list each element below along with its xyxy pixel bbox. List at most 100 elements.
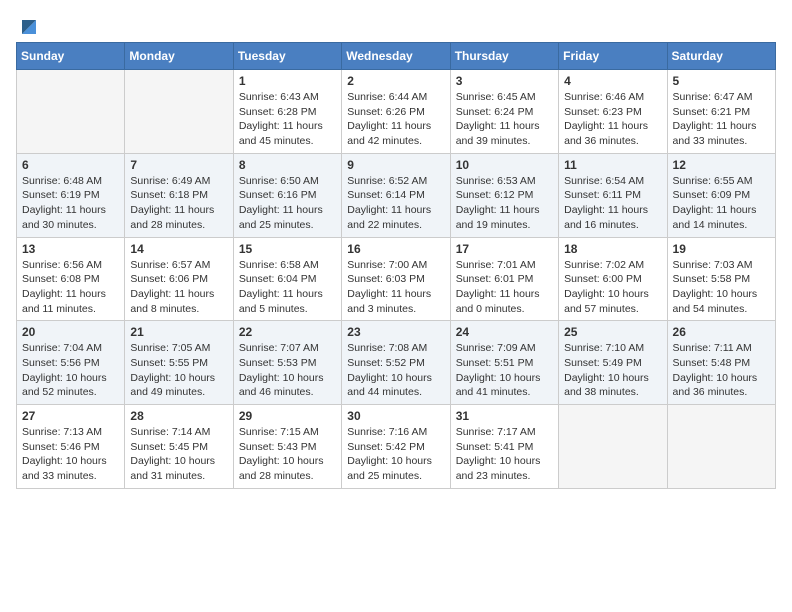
calendar-day-cell: 2Sunrise: 6:44 AMSunset: 6:26 PMDaylight… <box>342 70 450 154</box>
calendar-day-cell: 10Sunrise: 6:53 AMSunset: 6:12 PMDayligh… <box>450 153 558 237</box>
day-number: 5 <box>673 74 770 88</box>
day-of-week-header: Thursday <box>450 43 558 70</box>
day-number: 8 <box>239 158 336 172</box>
day-info: Sunrise: 7:14 AMSunset: 5:45 PMDaylight:… <box>130 425 227 484</box>
day-info: Sunrise: 6:43 AMSunset: 6:28 PMDaylight:… <box>239 90 336 149</box>
calendar-day-cell: 25 Sunrise: 7:10 AMSunset: 5:49 PMDayligh… <box>559 321 667 405</box>
day-number: 26 <box>673 325 770 339</box>
day-number: 13 <box>22 242 119 256</box>
day-number: 7 <box>130 158 227 172</box>
day-number: 24 <box>456 325 553 339</box>
day-number: 23 <box>347 325 444 339</box>
day-info: Sunrise: 6:47 AMSunset: 6:21 PMDaylight:… <box>673 90 770 149</box>
calendar-day-cell: 31Sunrise: 7:17 AMSunset: 5:41 PMDayligh… <box>450 405 558 489</box>
calendar-day-cell: 8 Sunrise: 6:50 AMSunset: 6:16 PMDaylight… <box>233 153 341 237</box>
day-info: Sunrise: 7:11 AMSunset: 5:48 PMDaylight:… <box>673 341 770 400</box>
calendar-week-row: 13 Sunrise: 6:56 AMSunset: 6:08 PMDayligh… <box>17 237 776 321</box>
calendar-day-cell: 21 Sunrise: 7:05 AMSunset: 5:55 PMDayligh… <box>125 321 233 405</box>
calendar-day-cell: 19 Sunrise: 7:03 AMSunset: 5:58 PMDayligh… <box>667 237 775 321</box>
calendar-day-cell: 13 Sunrise: 6:56 AMSunset: 6:08 PMDayligh… <box>17 237 125 321</box>
calendar-day-cell: 9 Sunrise: 6:52 AMSunset: 6:14 PMDaylight… <box>342 153 450 237</box>
day-number: 9 <box>347 158 444 172</box>
day-of-week-header: Saturday <box>667 43 775 70</box>
day-info: Sunrise: 6:53 AMSunset: 6:12 PMDaylight:… <box>456 174 553 233</box>
calendar-day-cell: 1 Sunrise: 6:43 AMSunset: 6:28 PMDaylight… <box>233 70 341 154</box>
day-number: 16 <box>347 242 444 256</box>
calendar-day-cell: 28 Sunrise: 7:14 AMSunset: 5:45 PMDayligh… <box>125 405 233 489</box>
calendar-header-row: SundayMondayTuesdayWednesdayThursdayFrid… <box>17 43 776 70</box>
calendar-day-cell: 5 Sunrise: 6:47 AMSunset: 6:21 PMDaylight… <box>667 70 775 154</box>
calendar-day-cell: 14 Sunrise: 6:57 AMSunset: 6:06 PMDayligh… <box>125 237 233 321</box>
calendar-week-row: 27 Sunrise: 7:13 AMSunset: 5:46 PMDayligh… <box>17 405 776 489</box>
day-info: Sunrise: 7:10 AMSunset: 5:49 PMDaylight:… <box>564 341 661 400</box>
day-info: Sunrise: 7:02 AMSunset: 6:00 PMDaylight:… <box>564 258 661 317</box>
day-info: Sunrise: 7:04 AMSunset: 5:56 PMDaylight:… <box>22 341 119 400</box>
calendar-empty-cell <box>559 405 667 489</box>
day-info: Sunrise: 6:55 AMSunset: 6:09 PMDaylight:… <box>673 174 770 233</box>
day-number: 3 <box>456 74 553 88</box>
day-info: Sunrise: 7:08 AMSunset: 5:52 PMDaylight:… <box>347 341 444 400</box>
day-number: 17 <box>456 242 553 256</box>
calendar-day-cell: 24Sunrise: 7:09 AMSunset: 5:51 PMDayligh… <box>450 321 558 405</box>
day-number: 19 <box>673 242 770 256</box>
day-info: Sunrise: 6:46 AMSunset: 6:23 PMDaylight:… <box>564 90 661 149</box>
day-info: Sunrise: 6:56 AMSunset: 6:08 PMDaylight:… <box>22 258 119 317</box>
page-header <box>16 16 776 30</box>
day-number: 28 <box>130 409 227 423</box>
logo <box>16 16 42 30</box>
calendar-day-cell: 29 Sunrise: 7:15 AMSunset: 5:43 PMDayligh… <box>233 405 341 489</box>
calendar-day-cell: 7Sunrise: 6:49 AMSunset: 6:18 PMDaylight… <box>125 153 233 237</box>
calendar-day-cell: 12Sunrise: 6:55 AMSunset: 6:09 PMDayligh… <box>667 153 775 237</box>
day-info: Sunrise: 6:54 AMSunset: 6:11 PMDaylight:… <box>564 174 661 233</box>
day-info: Sunrise: 7:07 AMSunset: 5:53 PMDaylight:… <box>239 341 336 400</box>
calendar-day-cell: 27 Sunrise: 7:13 AMSunset: 5:46 PMDayligh… <box>17 405 125 489</box>
calendar-empty-cell <box>667 405 775 489</box>
calendar-day-cell: 17 Sunrise: 7:01 AMSunset: 6:01 PMDayligh… <box>450 237 558 321</box>
calendar-day-cell: 22 Sunrise: 7:07 AMSunset: 5:53 PMDayligh… <box>233 321 341 405</box>
day-info: Sunrise: 7:03 AMSunset: 5:58 PMDaylight:… <box>673 258 770 317</box>
calendar-week-row: 6Sunrise: 6:48 AMSunset: 6:19 PMDaylight… <box>17 153 776 237</box>
day-info: Sunrise: 7:16 AMSunset: 5:42 PMDaylight:… <box>347 425 444 484</box>
calendar-week-row: 1 Sunrise: 6:43 AMSunset: 6:28 PMDaylight… <box>17 70 776 154</box>
day-number: 14 <box>130 242 227 256</box>
day-number: 30 <box>347 409 444 423</box>
calendar-day-cell: 16 Sunrise: 7:00 AMSunset: 6:03 PMDayligh… <box>342 237 450 321</box>
calendar-day-cell: 20Sunrise: 7:04 AMSunset: 5:56 PMDayligh… <box>17 321 125 405</box>
logo-icon <box>18 16 40 36</box>
day-info: Sunrise: 7:00 AMSunset: 6:03 PMDaylight:… <box>347 258 444 317</box>
day-of-week-header: Sunday <box>17 43 125 70</box>
day-number: 11 <box>564 158 661 172</box>
calendar-day-cell: 26 Sunrise: 7:11 AMSunset: 5:48 PMDayligh… <box>667 321 775 405</box>
day-number: 4 <box>564 74 661 88</box>
calendar-day-cell: 15 Sunrise: 6:58 AMSunset: 6:04 PMDayligh… <box>233 237 341 321</box>
day-info: Sunrise: 7:15 AMSunset: 5:43 PMDaylight:… <box>239 425 336 484</box>
calendar-day-cell: 4 Sunrise: 6:46 AMSunset: 6:23 PMDaylight… <box>559 70 667 154</box>
day-info: Sunrise: 6:45 AMSunset: 6:24 PMDaylight:… <box>456 90 553 149</box>
day-number: 22 <box>239 325 336 339</box>
day-of-week-header: Monday <box>125 43 233 70</box>
day-info: Sunrise: 7:13 AMSunset: 5:46 PMDaylight:… <box>22 425 119 484</box>
day-info: Sunrise: 6:52 AMSunset: 6:14 PMDaylight:… <box>347 174 444 233</box>
day-number: 25 <box>564 325 661 339</box>
day-of-week-header: Wednesday <box>342 43 450 70</box>
day-info: Sunrise: 6:58 AMSunset: 6:04 PMDaylight:… <box>239 258 336 317</box>
day-number: 29 <box>239 409 336 423</box>
day-number: 27 <box>22 409 119 423</box>
day-info: Sunrise: 6:44 AMSunset: 6:26 PMDaylight:… <box>347 90 444 149</box>
day-number: 1 <box>239 74 336 88</box>
calendar-day-cell: 18 Sunrise: 7:02 AMSunset: 6:00 PMDayligh… <box>559 237 667 321</box>
day-info: Sunrise: 6:57 AMSunset: 6:06 PMDaylight:… <box>130 258 227 317</box>
day-number: 31 <box>456 409 553 423</box>
calendar-day-cell: 11 Sunrise: 6:54 AMSunset: 6:11 PMDayligh… <box>559 153 667 237</box>
day-number: 21 <box>130 325 227 339</box>
calendar: SundayMondayTuesdayWednesdayThursdayFrid… <box>16 42 776 489</box>
calendar-empty-cell <box>17 70 125 154</box>
day-info: Sunrise: 6:50 AMSunset: 6:16 PMDaylight:… <box>239 174 336 233</box>
day-info: Sunrise: 7:01 AMSunset: 6:01 PMDaylight:… <box>456 258 553 317</box>
day-number: 15 <box>239 242 336 256</box>
day-number: 6 <box>22 158 119 172</box>
day-number: 18 <box>564 242 661 256</box>
calendar-day-cell: 30 Sunrise: 7:16 AMSunset: 5:42 PMDayligh… <box>342 405 450 489</box>
calendar-week-row: 20Sunrise: 7:04 AMSunset: 5:56 PMDayligh… <box>17 321 776 405</box>
day-info: Sunrise: 7:05 AMSunset: 5:55 PMDaylight:… <box>130 341 227 400</box>
